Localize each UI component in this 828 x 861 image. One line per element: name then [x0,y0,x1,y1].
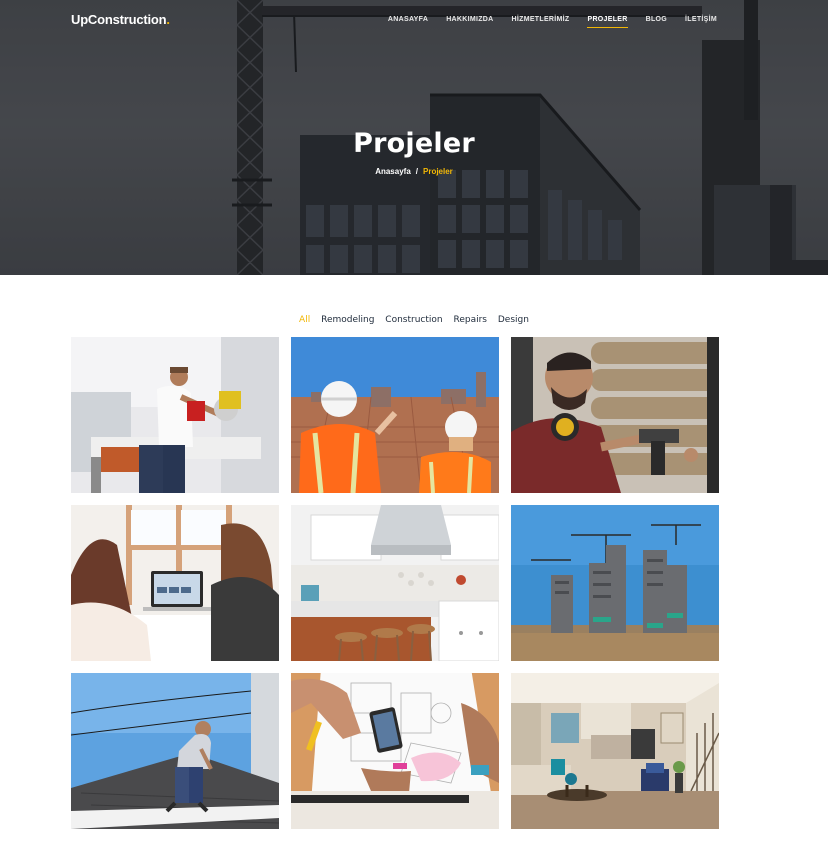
top-navigation-bar: UpConstruction. ANASAYFA HAKKIMIZDA HİZM… [0,0,828,42]
nav-item-hakkimizda[interactable]: HAKKIMIZDA [446,16,493,28]
engineers-hardhat-photo [291,337,499,493]
filter-construction[interactable]: Construction [385,315,442,325]
carpenter-drill-photo [511,337,719,493]
project-card[interactable] [291,505,499,661]
project-card[interactable] [71,673,279,829]
nav-item-projeler[interactable]: PROJELER [587,16,628,28]
office-laptop-photo [71,505,279,661]
project-card[interactable] [291,337,499,493]
project-card[interactable] [291,673,499,829]
roofer-photo [71,673,279,829]
nav-item-blog[interactable]: BLOG [646,16,667,28]
filter-remodeling[interactable]: Remodeling [321,315,374,325]
project-card[interactable] [511,505,719,661]
project-grid [71,337,719,829]
nav-item-anasayfa[interactable]: ANASAYFA [388,16,428,28]
hero-banner: UpConstruction. ANASAYFA HAKKIMIZDA HİZM… [0,0,828,275]
towers-construction-photo [511,505,719,661]
portfolio-filters: All Remodeling Construction Repairs Desi… [0,315,828,325]
kitchen-interior-photo [291,505,499,661]
brand-name: UpConstruction [71,12,167,27]
project-card[interactable] [71,505,279,661]
nav-item-iletisim[interactable]: İLETİŞİM [685,16,717,28]
worker-saw-photo [71,337,279,493]
breadcrumb-home-link[interactable]: Anasayfa [375,167,411,176]
nav-item-hizmetlerimiz[interactable]: HİZMETLERİMİZ [512,16,570,28]
page-title: Projeler [353,128,475,159]
project-card[interactable] [71,337,279,493]
breadcrumb-current: Projeler [423,167,453,176]
brand-logo[interactable]: UpConstruction. [71,12,170,27]
breadcrumb: Anasayfa / Projeler [0,167,828,176]
filter-design[interactable]: Design [498,315,529,325]
filter-all[interactable]: All [299,315,310,325]
brand-dot: . [166,12,170,27]
main-nav: ANASAYFA HAKKIMIZDA HİZMETLERİMİZ PROJEL… [370,16,717,28]
blueprint-desk-photo [291,673,499,829]
filter-repairs[interactable]: Repairs [453,315,487,325]
project-card[interactable] [511,673,719,829]
breadcrumb-separator: / [415,167,418,176]
living-room-photo [511,673,719,829]
project-card[interactable] [511,337,719,493]
